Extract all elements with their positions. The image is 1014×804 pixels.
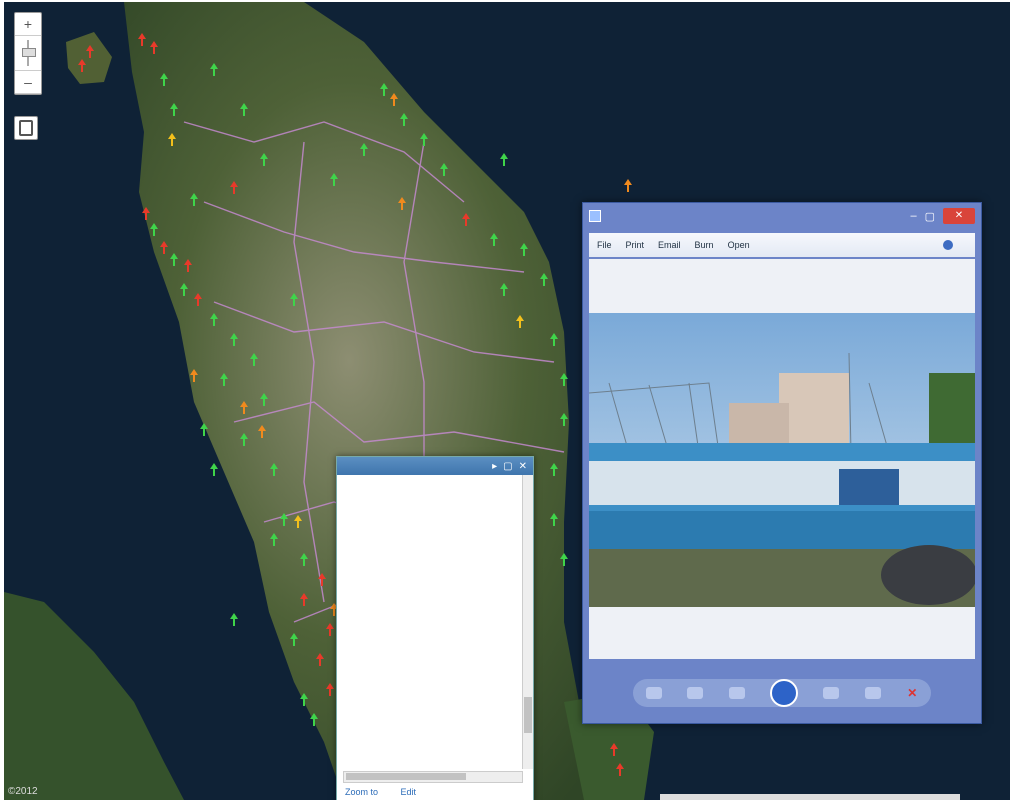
popup-row — [345, 483, 515, 497]
field-label — [345, 615, 407, 629]
menu-burn[interactable]: Burn — [695, 240, 714, 250]
menu-email[interactable]: Email — [658, 240, 681, 250]
popup-row — [345, 507, 515, 547]
viewer-controls: ✕ — [633, 679, 931, 707]
viewer-menubar: File Print Email Burn Open — [589, 233, 975, 257]
menu-print[interactable]: Print — [626, 240, 645, 250]
photo-canvas — [589, 259, 975, 659]
field-label — [345, 581, 407, 605]
zoom-control: + – — [14, 12, 42, 95]
field-value — [407, 581, 515, 605]
popup-maximize-icon[interactable]: ▢ — [503, 461, 512, 472]
help-icon[interactable] — [943, 240, 953, 250]
zoom-in-button[interactable]: + — [15, 13, 41, 36]
maximize-icon[interactable]: ▢ — [925, 210, 935, 223]
menu-file[interactable]: File — [597, 240, 612, 250]
home-extent-button[interactable] — [14, 116, 38, 140]
slideshow-button[interactable] — [769, 679, 798, 707]
scrollbar-thumb[interactable] — [346, 773, 466, 780]
zoom-to-link[interactable]: Zoom to — [345, 787, 378, 797]
edit-link[interactable]: Edit — [401, 787, 417, 797]
actual-size-button[interactable] — [728, 687, 745, 699]
field-value — [407, 639, 515, 653]
popup-body — [337, 475, 523, 769]
popup-close-icon[interactable]: ✕ — [519, 461, 527, 472]
viewer-titlebar[interactable]: – ▢ ✕ — [583, 203, 981, 229]
field-value — [407, 483, 515, 497]
popup-header: ▸ ▢ ✕ — [337, 457, 533, 475]
map-attribution: ©2012 — [8, 786, 38, 797]
home-icon — [19, 120, 33, 136]
scrollbar-thumb[interactable] — [524, 697, 532, 733]
popup-horizontal-scrollbar[interactable] — [343, 771, 523, 783]
minimize-icon[interactable]: – — [910, 210, 916, 222]
rotate-right-button[interactable] — [864, 687, 881, 699]
next-button[interactable] — [823, 687, 840, 699]
zoom-slider[interactable] — [15, 36, 41, 71]
delete-icon[interactable]: ✕ — [906, 687, 918, 699]
field-label — [345, 507, 407, 547]
site-photo — [589, 313, 975, 607]
popup-row — [345, 615, 515, 629]
field-label — [345, 639, 407, 653]
previous-button[interactable] — [687, 687, 704, 699]
taskbar-sliver — [660, 794, 960, 800]
popup-row — [345, 557, 515, 571]
field-value — [407, 615, 515, 629]
field-label — [345, 557, 407, 571]
popup-footer: Zoom to Edit — [345, 786, 426, 799]
map-screen: + – ©2012 ▸ ▢ ✕ Zoom to Edit – ▢ ✕ File … — [4, 2, 1010, 800]
close-window-button[interactable]: ✕ — [943, 208, 975, 224]
popup-row — [345, 581, 515, 605]
zoom-slider-knob[interactable] — [22, 48, 36, 57]
photo-viewer-app-icon — [589, 210, 601, 222]
field-value — [407, 557, 515, 571]
popup-vertical-scrollbar[interactable] — [522, 475, 533, 769]
rotate-left-button[interactable] — [645, 687, 662, 699]
zoom-out-button[interactable]: – — [15, 71, 41, 94]
photo-viewer-window: – ▢ ✕ File Print Email Burn Open ✕ — [582, 202, 982, 724]
attribute-popup: ▸ ▢ ✕ Zoom to Edit — [336, 456, 534, 800]
field-value — [407, 507, 515, 547]
popup-next-icon[interactable]: ▸ — [492, 461, 497, 472]
field-label — [345, 483, 407, 497]
menu-open[interactable]: Open — [728, 240, 750, 250]
popup-row — [345, 639, 515, 653]
